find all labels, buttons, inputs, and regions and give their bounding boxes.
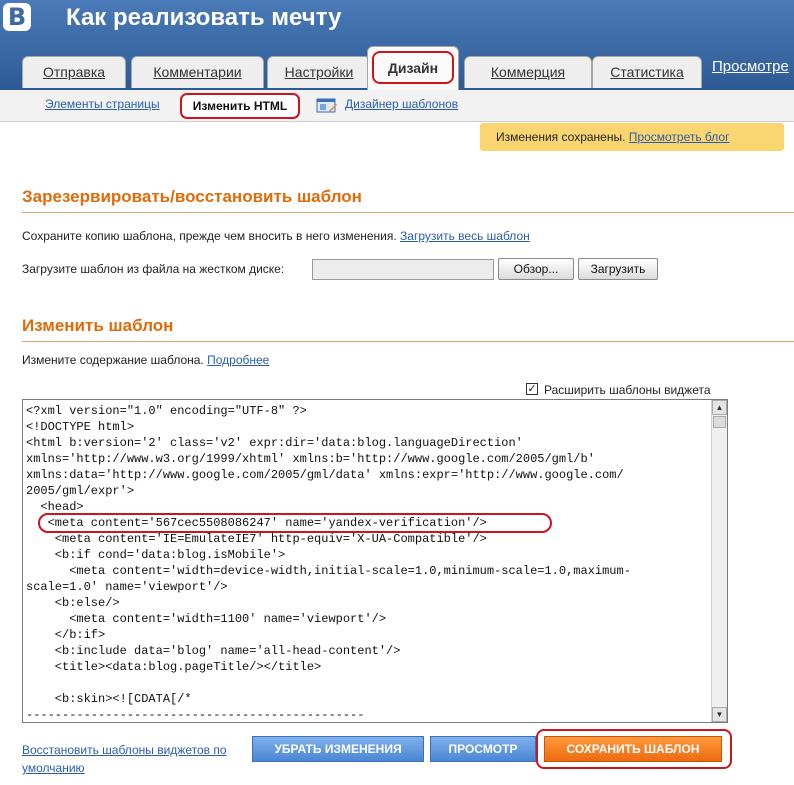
backup-save-text: Сохраните копию шаблона, прежде чем внос… xyxy=(22,229,397,243)
code-line[interactable]: <b:else/> xyxy=(26,595,712,611)
code-line[interactable]: <title><data:blog.pageTitle/></title> xyxy=(26,659,712,675)
view-blog-link[interactable]: Просмотреть блог xyxy=(629,130,730,144)
blogger-logo-icon[interactable]: B xyxy=(3,3,31,31)
design-subnav: Элементы страницы Изменить HTML Дизайнер… xyxy=(0,90,794,122)
saved-notice-text: Изменения сохранены. xyxy=(496,130,626,144)
blog-header: B Как реализовать мечту Отправка Коммент… xyxy=(0,0,794,90)
subnav-edit-html[interactable]: Изменить HTML xyxy=(180,93,300,119)
tab-settings[interactable]: Настройки xyxy=(267,56,371,88)
tab-design-highlight xyxy=(372,51,454,84)
restore-widgets-link[interactable]: Восстановить шаблоны виджетов по умолчан… xyxy=(22,741,242,777)
backup-save-text-row: Сохраните копию шаблона, прежде чем внос… xyxy=(22,229,530,243)
tab-design[interactable]: Дизайн xyxy=(367,46,459,90)
code-line[interactable]: <meta content='width=device-width,initia… xyxy=(26,563,712,579)
section-divider xyxy=(22,212,794,213)
edit-text: Измените содержание шаблона. xyxy=(22,353,204,367)
code-line[interactable]: xmlns:data='http://www.google.com/2005/g… xyxy=(26,467,712,483)
tab-comments[interactable]: Комментарии xyxy=(131,56,264,88)
meta-verification-highlight xyxy=(38,513,552,533)
scroll-thumb[interactable] xyxy=(713,416,726,428)
tab-statistics[interactable]: Статистика xyxy=(592,56,702,88)
subnav-template-designer[interactable]: Дизайнер шаблонов xyxy=(345,97,458,111)
code-line[interactable]: <b:if cond='data:blog.isMobile'> xyxy=(26,547,712,563)
template-designer-icon xyxy=(316,98,337,113)
scroll-up-icon[interactable]: ▲ xyxy=(712,400,727,415)
editor-scrollbar[interactable]: ▲ ▼ xyxy=(711,400,727,722)
backup-section-title: Зарезервировать/восстановить шаблон xyxy=(22,187,362,206)
edit-text-row: Измените содержание шаблона. Подробнее xyxy=(22,353,269,367)
scroll-down-icon[interactable]: ▼ xyxy=(712,707,727,722)
code-line[interactable]: <html b:version='2' class='v2' expr:dir=… xyxy=(26,435,712,451)
edit-section-title: Изменить шаблон xyxy=(22,316,174,335)
tab-commerce[interactable]: Коммерция xyxy=(464,56,592,88)
code-line[interactable]: <!DOCTYPE html> xyxy=(26,419,712,435)
file-path-input[interactable] xyxy=(312,259,494,280)
code-line[interactable]: <?xml version="1.0" encoding="UTF-8" ?> xyxy=(26,403,712,419)
browse-button[interactable]: Обзор... xyxy=(498,258,574,280)
upload-button[interactable]: Загрузить xyxy=(578,258,658,280)
expand-widgets-checkbox[interactable]: ✓ xyxy=(526,383,538,395)
code-line[interactable]: scale=1.0' name='viewport'/> xyxy=(26,579,712,595)
code-line[interactable]: <b:skin><![CDATA[/* xyxy=(26,691,712,707)
main-tabs: Отправка Комментарии Настройки Дизайн Ко… xyxy=(12,46,794,90)
code-line[interactable]: ----------------------------------------… xyxy=(26,707,712,722)
code-line[interactable]: <meta content='width=1100' name='viewpor… xyxy=(26,611,712,627)
download-template-link[interactable]: Загрузить весь шаблон xyxy=(400,229,530,243)
code-line[interactable]: xmlns='http://www.w3.org/1999/xhtml' xml… xyxy=(26,451,712,467)
save-template-button[interactable]: СОХРАНИТЬ ШАБЛОН xyxy=(544,736,722,762)
code-line[interactable] xyxy=(26,675,712,691)
code-line[interactable]: 2005/gml/expr'> xyxy=(26,483,712,499)
more-info-link[interactable]: Подробнее xyxy=(207,353,269,367)
expand-widgets-label: Расширить шаблоны виджета xyxy=(544,383,711,397)
tab-posting[interactable]: Отправка xyxy=(22,56,126,88)
upload-text: Загрузите шаблон из файла на жестком дис… xyxy=(22,262,285,276)
code-line[interactable]: <b:include data='blog' name='all-head-co… xyxy=(26,643,712,659)
template-code-editor[interactable]: <?xml version="1.0" encoding="UTF-8" ?> <… xyxy=(22,399,728,723)
saved-notice: Изменения сохранены. Просмотреть блог xyxy=(480,123,784,151)
blog-title: Как реализовать мечту xyxy=(66,4,342,31)
code-line[interactable]: <meta content='IE=EmulateIE7' http-equiv… xyxy=(26,531,712,547)
tab-view-blog[interactable]: Просмотре xyxy=(712,58,789,75)
code-line[interactable]: </b:if> xyxy=(26,627,712,643)
subnav-page-elements[interactable]: Элементы страницы xyxy=(45,97,160,111)
preview-button[interactable]: ПРОСМОТР xyxy=(430,736,536,762)
discard-changes-button[interactable]: УБРАТЬ ИЗМЕНЕНИЯ xyxy=(252,736,424,762)
section-divider xyxy=(22,341,794,342)
template-code[interactable]: <?xml version="1.0" encoding="UTF-8" ?> <… xyxy=(26,403,712,722)
